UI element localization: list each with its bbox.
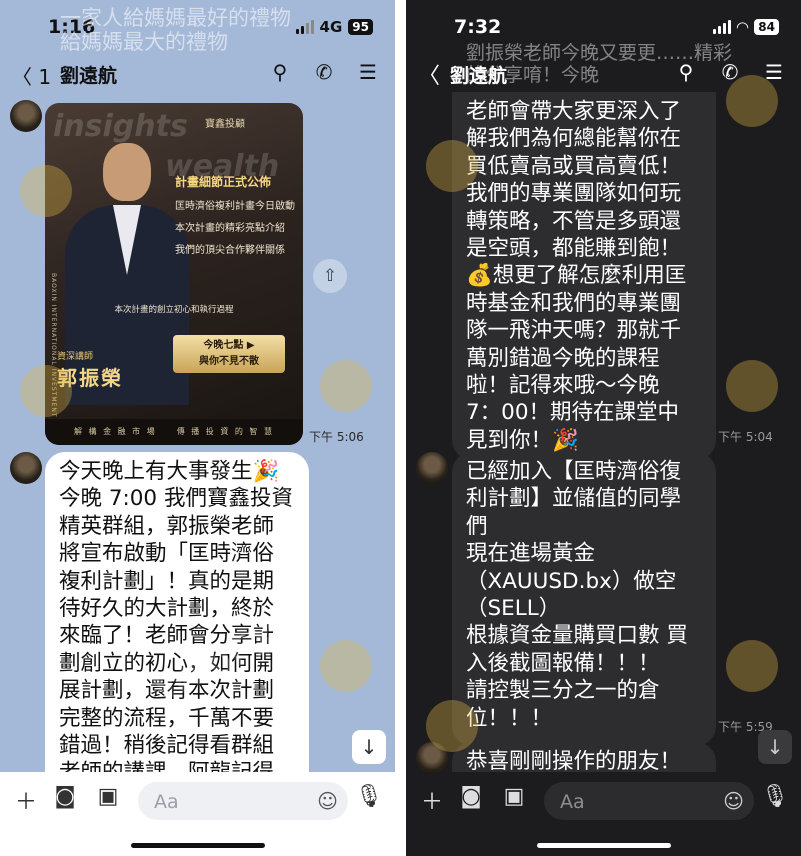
message-bubble[interactable]: 已經加入【匡時濟俗復 利計劃】並儲值的同學 們 現在進場黃金 （XAUUSD.b… — [452, 452, 716, 746]
status-indicators: ◠ 84 — [712, 18, 779, 36]
poster-lines: 計畫細節正式公佈 匡時濟俗複利計畫今日啟動 本次計畫的精彩亮點介紹 我們的頂尖合… — [175, 173, 299, 263]
watermark-logo — [726, 640, 778, 692]
menu-icon[interactable]: ☰ — [357, 60, 379, 84]
phone-icon[interactable]: ✆ — [313, 60, 335, 84]
signal-icon — [295, 20, 314, 34]
watermark-logo — [726, 75, 778, 127]
poster-cta: 今晚七點 ▶ 與你不見不散 — [173, 335, 285, 373]
poster-brand: 寶鑫投顧 — [205, 119, 245, 130]
composer-bar: ＋ ◙ ▣ Aa ☺ 🎙︎ — [0, 772, 395, 856]
poster-line: 本次計畫的精彩亮點介紹 — [175, 223, 285, 234]
camera-icon[interactable]: ◙ — [457, 784, 485, 809]
left-chat-screen: 1:16 4G 95 一家人給媽媽最好的禮物 給媽媽最大的禮物 〈 1 劉遠航 … — [0, 0, 395, 856]
presenter-name: 郭振榮 — [57, 366, 123, 390]
watermark-logo — [320, 360, 372, 412]
avatar[interactable] — [10, 100, 42, 132]
battery-icon: 84 — [754, 19, 779, 35]
watermark-logo — [726, 360, 778, 412]
poster-bg-word: insights — [53, 109, 188, 144]
chat-title: 劉遠航 — [450, 65, 508, 87]
image-icon[interactable]: ▣ — [94, 784, 122, 809]
status-indicators: 4G 95 — [295, 18, 373, 36]
poster-cta-line: 今晚七點 ▶ — [203, 340, 255, 351]
poster-line: 計畫細節正式公佈 — [175, 175, 272, 189]
search-icon[interactable]: ⚲ — [675, 60, 697, 84]
header-actions: ⚲ ✆ ☰ — [269, 60, 379, 84]
message-bubble[interactable]: 今天晚上有大事發生🎉 今晚 7:00 我們寶鑫投資 精英群組，郭振榮老師 將宣布… — [45, 452, 309, 794]
presenter-role: 資深講師 — [57, 352, 94, 362]
watermark-logo — [20, 165, 72, 217]
watermark-logo — [20, 365, 72, 417]
scroll-down-button[interactable]: ↓ — [352, 730, 386, 764]
camera-icon[interactable]: ◙ — [51, 784, 79, 809]
plus-icon[interactable]: ＋ — [12, 784, 40, 816]
share-icon[interactable]: ⇧ — [313, 259, 347, 293]
presenter-namebox: 資深講師 郭振榮 — [57, 349, 167, 399]
message-bubble[interactable]: 老師會帶大家更深入了 解我們為何總能幫你在 買低賣高或買高賣低！ 我們的專業團隊… — [452, 92, 716, 460]
avatar[interactable] — [10, 452, 42, 484]
poster-cta-line: 與你不見不散 — [199, 356, 259, 367]
plus-icon[interactable]: ＋ — [418, 784, 446, 816]
scroll-down-button[interactable]: ↓ — [758, 730, 792, 764]
message-time: 下午 5:04 — [718, 430, 773, 444]
message-input[interactable]: Aa ☺ — [138, 782, 348, 820]
chat-header: 〈 1 劉遠航 ⚲ ✆ ☰ — [0, 56, 395, 92]
overlay-line: 給媽媽最大的禮物 — [60, 30, 228, 54]
overlay-line: 一家人給媽媽最好的禮物 — [60, 6, 291, 30]
battery-icon: 95 — [348, 19, 373, 35]
input-placeholder: Aa — [154, 791, 179, 813]
emoji-icon[interactable]: ☺ — [723, 789, 744, 813]
microphone-icon[interactable]: 🎙︎ — [355, 784, 383, 809]
message-time: 下午 5:06 — [309, 430, 364, 444]
poster-footer: 解 構 金 融 市 場 傳 播 投 資 的 智 慧 — [45, 419, 303, 445]
chat-title: 劉遠航 — [60, 65, 118, 87]
watermark-logo — [426, 140, 478, 192]
right-chat-screen: 7:32 ◠ 84 劉振榮老師今晚又要更……精彩的分享唷！今晚 〈 劉遠航 ⚲ … — [406, 0, 801, 856]
watermark-logo — [426, 700, 478, 752]
poster-bottom-line: 本次計畫的創立初心和執行過程 — [114, 305, 234, 315]
message-input[interactable]: Aa ☺ — [544, 782, 754, 820]
overlay-caption: 一家人給媽媽最好的禮物 給媽媽最大的禮物 — [60, 6, 291, 54]
back-button[interactable]: 〈 — [418, 58, 440, 90]
watermark-logo — [320, 640, 372, 692]
home-indicator — [536, 843, 671, 848]
home-indicator — [130, 843, 265, 848]
signal-icon — [712, 20, 731, 34]
back-button[interactable]: 〈 1 — [12, 61, 51, 90]
image-icon[interactable]: ▣ — [500, 784, 528, 809]
wifi-icon: ◠ — [736, 18, 749, 36]
poster-line: 我們的頂尖合作夥伴關係 — [175, 245, 285, 256]
input-placeholder: Aa — [560, 791, 585, 813]
network-label: 4G — [319, 18, 343, 36]
status-time: 7:32 — [454, 16, 502, 38]
microphone-icon[interactable]: 🎙︎ — [761, 784, 789, 809]
search-icon[interactable]: ⚲ — [269, 60, 291, 84]
composer-bar: ＋ ◙ ▣ Aa ☺ 🎙︎ — [406, 772, 801, 856]
poster-image[interactable]: insights wealth 寶鑫投顧 BAOXIN INTERNATIONA… — [45, 103, 303, 445]
poster-line: 匡時濟俗複利計畫今日啟動 — [175, 201, 295, 212]
avatar[interactable] — [416, 452, 448, 484]
emoji-icon[interactable]: ☺ — [317, 789, 338, 813]
